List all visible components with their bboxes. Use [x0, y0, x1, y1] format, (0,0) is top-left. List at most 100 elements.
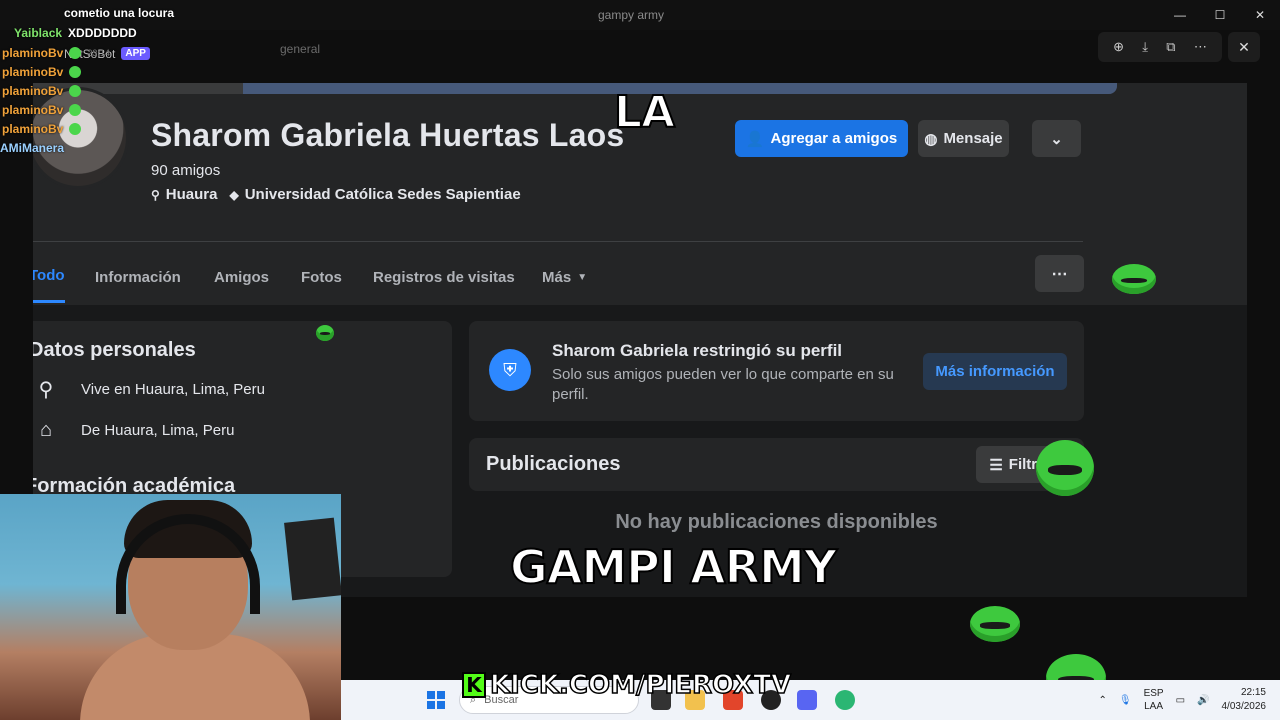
webcam-feed [0, 494, 341, 720]
tab-photos[interactable]: Fotos [301, 251, 342, 303]
from-text: De Huaura, Lima, Peru [81, 422, 235, 439]
tab-more-label: Más [542, 268, 572, 286]
clock-time: 22:15 [1240, 687, 1266, 698]
viewer-title: gampy army [598, 8, 665, 22]
restricted-title: Sharom Gabriela restringió su perfil [552, 341, 843, 360]
tabs-overflow-button[interactable]: ⋯ [1035, 255, 1084, 292]
lang-layout: LAA [1144, 701, 1164, 712]
chat-username: plaminoBv [2, 103, 64, 117]
frog-emote-icon [1036, 440, 1094, 496]
stream-screen: gampy army — ☐ ✕ general ⊕ ⤓ ⧉ ⋯ ✕ Sharo… [0, 0, 1280, 720]
add-friend-icon: 👤 [745, 130, 765, 148]
viewer-close-button[interactable]: ✕ [1228, 32, 1260, 62]
more-info-button[interactable]: Más información [923, 353, 1067, 390]
posts-card: Publicaciones ☰ Filtros [469, 438, 1084, 491]
system-tray: ⌃ 🎙 ESP LAA ▭ 🔊 22:15 4/03/2026 [1098, 680, 1280, 720]
from-row: ⌂ De Huaura, Lima, Peru [33, 419, 234, 442]
tab-friends[interactable]: Amigos [214, 251, 269, 303]
graduation-cap-icon: ◆ [229, 187, 239, 202]
chat-username: Yaiblack [14, 26, 63, 40]
caret-down-icon: ▼ [577, 271, 588, 283]
lives-in-row: ⚲ Vive en Huaura, Lima, Peru [33, 377, 265, 402]
chat-line: AMiManera [0, 141, 64, 155]
add-friend-label: Agregar a amigos [770, 130, 898, 147]
download-icon[interactable]: ⤓ [1142, 39, 1148, 55]
chevron-down-icon: ⌄ [1050, 130, 1063, 148]
frog-emote-icon [316, 325, 334, 341]
maximize-icon[interactable]: ☐ [1200, 0, 1240, 30]
language-indicator[interactable]: ESP LAA [1144, 687, 1164, 713]
emote-icon [69, 123, 82, 135]
chat-message: cometio una locura [64, 6, 175, 20]
message-button[interactable]: ◍ Mensaje [918, 120, 1009, 157]
frog-emote-icon [970, 606, 1020, 642]
home-icon: ⌂ [39, 419, 53, 441]
sliders-icon: ☰ [989, 456, 1003, 474]
chat-username: plaminoBv [2, 46, 64, 60]
wall-poster [284, 517, 341, 601]
zoom-icon[interactable]: ⊕ [1113, 39, 1124, 55]
chat-line: plaminoBv 23:14 [2, 46, 110, 60]
shield-icon: ⛨ [489, 349, 531, 391]
chat-username: plaminoBv [2, 65, 64, 79]
minimize-icon[interactable]: — [1160, 0, 1200, 30]
location-item: ⚲ Huaura [151, 186, 217, 203]
school-item: ◆ Universidad Católica Sedes Sapientiae [229, 186, 520, 203]
microphone-icon[interactable]: 🎙 [1119, 695, 1132, 706]
location-text: Huaura [165, 186, 218, 203]
emote-icon [69, 104, 82, 116]
stream-chat: cometio una locura Yaiblack XDDDDDDD Not… [0, 0, 290, 160]
clock-date: 4/03/2026 [1221, 701, 1267, 712]
bot-time: 23:14 [87, 48, 110, 58]
lang-code: ESP [1143, 688, 1164, 699]
more-icon[interactable]: ⋯ [1194, 39, 1207, 55]
emote-icon [69, 85, 82, 97]
profile-meta: ⚲ Huaura ◆ Universidad Católica Sedes Sa… [151, 186, 521, 203]
app-icon[interactable] [835, 690, 855, 710]
tab-info[interactable]: Información [95, 251, 181, 303]
volume-icon[interactable]: 🔊 [1197, 695, 1209, 706]
windows-start-icon[interactable] [427, 691, 445, 709]
chat-username: plaminoBv [2, 122, 64, 136]
discord-icon[interactable] [797, 690, 817, 710]
location-pin-icon: ⚲ [151, 187, 160, 202]
location-pin-icon: ⚲ [38, 379, 54, 401]
clock[interactable]: 22:15 4/03/2026 [1222, 686, 1267, 714]
chevron-up-icon[interactable]: ⌃ [1098, 695, 1106, 706]
network-icon[interactable]: ▭ [1176, 695, 1185, 706]
chat-username: AMiManera [0, 141, 65, 155]
profile-tabs: Todo Información Amigos Fotos Registros … [33, 251, 1247, 303]
chat-line: plaminoBv [2, 122, 82, 136]
kick-url: KICK.COM/PIEROXTV [489, 669, 792, 701]
personal-info-title: Datos personales [33, 339, 196, 361]
friends-count[interactable]: 90 amigos [151, 162, 220, 179]
restricted-description: Solo sus amigos pueden ver lo que compar… [552, 366, 894, 403]
more-actions-button[interactable]: ⌄ [1032, 120, 1081, 157]
overlay-text-bottom: GAMPI ARMY [509, 539, 838, 595]
tab-visits[interactable]: Registros de visitas [373, 251, 515, 303]
chat-line: plaminoBv [2, 84, 82, 98]
window-close-icon[interactable]: ✕ [1240, 0, 1280, 30]
open-external-icon[interactable]: ⧉ [1166, 39, 1175, 55]
kick-channel-overlay: K KICK.COM/PIEROXTV [462, 669, 792, 701]
chat-line: plaminoBv [2, 103, 82, 117]
kick-logo-icon: K [462, 672, 486, 698]
chat-username: plaminoBv [2, 84, 64, 98]
tab-more[interactable]: Más ▼ [542, 251, 587, 303]
chat-line: cometio una locura [64, 6, 174, 20]
posts-title: Publicaciones [486, 453, 621, 475]
window-controls: — ☐ ✕ [1160, 0, 1280, 30]
image-viewer-toolbar: ⊕ ⤓ ⧉ ⋯ [1098, 32, 1222, 62]
emote-icon [69, 47, 82, 59]
tab-all[interactable]: Todo [33, 251, 65, 303]
lives-in-text: Vive en Huaura, Lima, Peru [81, 381, 265, 398]
divider [33, 241, 1083, 242]
add-friend-button[interactable]: 👤 Agregar a amigos [735, 120, 908, 157]
school-text: Universidad Católica Sedes Sapientiae [244, 186, 521, 203]
app-badge: APP [121, 46, 150, 60]
message-label: Mensaje [943, 130, 1003, 147]
chat-line: plaminoBv [2, 65, 82, 79]
no-posts-message: No hay publicaciones disponibles [615, 511, 938, 533]
frog-emote-icon [1112, 264, 1156, 294]
messenger-icon: ◍ [924, 130, 938, 148]
